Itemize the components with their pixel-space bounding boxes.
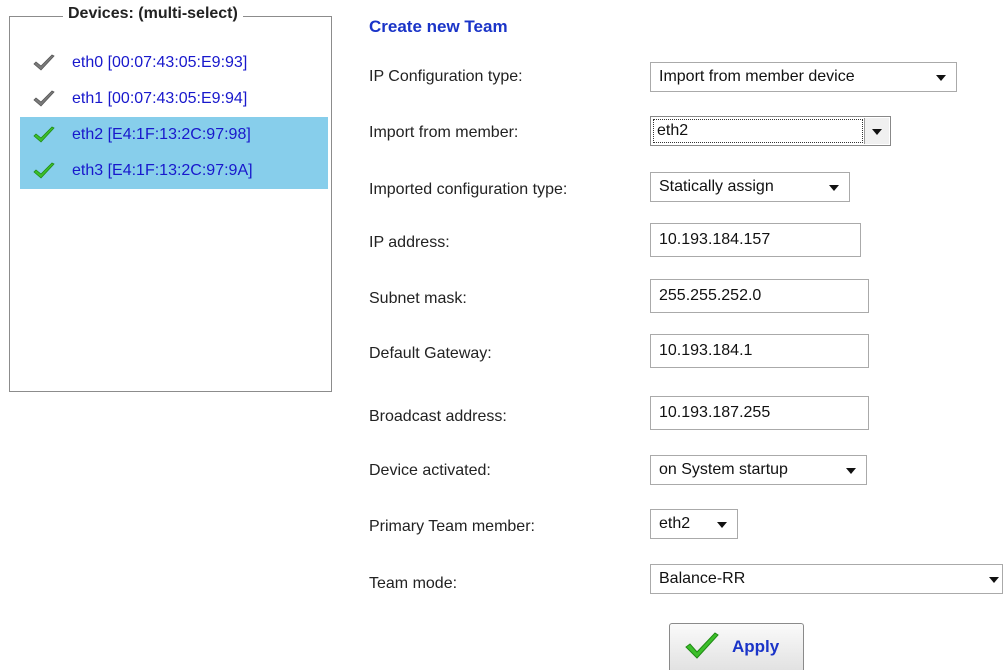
device-item-eth1[interactable]: eth1 [00:07:43:05:E9:94]	[20, 81, 328, 117]
apply-label: Apply	[732, 637, 780, 656]
imported-config-type-select[interactable]: Statically assign	[650, 172, 850, 202]
dropdown-button[interactable]	[864, 118, 889, 144]
team-mode-select[interactable]: Balance-RR	[650, 564, 1003, 594]
chevron-down-icon	[717, 522, 727, 528]
device-label: eth2 [E4:1F:13:2C:97:98]	[72, 126, 251, 143]
green-check-icon	[685, 632, 719, 659]
ip-config-type-select[interactable]: Import from member device	[650, 62, 957, 92]
device-label: eth3 [E4:1F:13:2C:97:9A]	[72, 162, 253, 179]
device-item-eth0[interactable]: eth0 [00:07:43:05:E9:93]	[20, 45, 328, 81]
gray-check-icon	[33, 90, 55, 107]
chevron-down-icon	[936, 75, 946, 81]
ip-config-type-label: IP Configuration type:	[369, 68, 523, 85]
team-mode-value: Balance-RR	[659, 570, 746, 587]
import-from-member-value: eth2	[653, 119, 863, 143]
device-list[interactable]: eth0 [00:07:43:05:E9:93] eth1 [00:07:43:…	[20, 45, 328, 189]
import-from-member-label: Import from member:	[369, 124, 519, 141]
gray-check-icon	[33, 54, 55, 71]
default-gateway-field[interactable]: 10.193.184.1	[650, 334, 869, 368]
form-title: Create new Team	[369, 17, 508, 36]
primary-team-member-label: Primary Team member:	[369, 518, 535, 535]
chevron-down-icon	[989, 577, 999, 583]
devices-legend: Devices: (multi-select)	[63, 4, 243, 24]
device-item-eth2[interactable]: eth2 [E4:1F:13:2C:97:98]	[20, 117, 328, 153]
primary-team-member-value: eth2	[659, 515, 691, 532]
primary-team-member-select[interactable]: eth2	[650, 509, 738, 539]
device-activated-value: on System startup	[659, 461, 788, 478]
imported-config-type-value: Statically assign	[659, 178, 774, 195]
imported-config-type-label: Imported configuration type:	[369, 181, 568, 198]
chevron-down-icon	[829, 185, 839, 191]
broadcast-address-field[interactable]: 10.193.187.255	[650, 396, 869, 430]
team-mode-label: Team mode:	[369, 575, 458, 592]
device-activated-select[interactable]: on System startup	[650, 455, 867, 485]
green-check-icon	[33, 126, 55, 143]
ip-address-label: IP address:	[369, 234, 450, 251]
green-check-icon	[33, 162, 55, 179]
device-item-eth3[interactable]: eth3 [E4:1F:13:2C:97:9A]	[20, 153, 328, 189]
chevron-down-icon	[872, 129, 882, 135]
default-gateway-label: Default Gateway:	[369, 345, 492, 362]
device-label: eth1 [00:07:43:05:E9:94]	[72, 90, 248, 107]
chevron-down-icon	[846, 468, 856, 474]
ip-address-field[interactable]: 10.193.184.157	[650, 223, 861, 257]
device-activated-label: Device activated:	[369, 462, 491, 479]
broadcast-address-label: Broadcast address:	[369, 408, 507, 425]
ip-config-type-value: Import from member device	[659, 68, 855, 85]
device-label: eth0 [00:07:43:05:E9:93]	[72, 54, 248, 71]
subnet-mask-label: Subnet mask:	[369, 290, 467, 307]
subnet-mask-field[interactable]: 255.255.252.0	[650, 279, 869, 313]
import-from-member-select[interactable]: eth2	[650, 116, 891, 146]
apply-button[interactable]: Apply	[669, 623, 804, 670]
